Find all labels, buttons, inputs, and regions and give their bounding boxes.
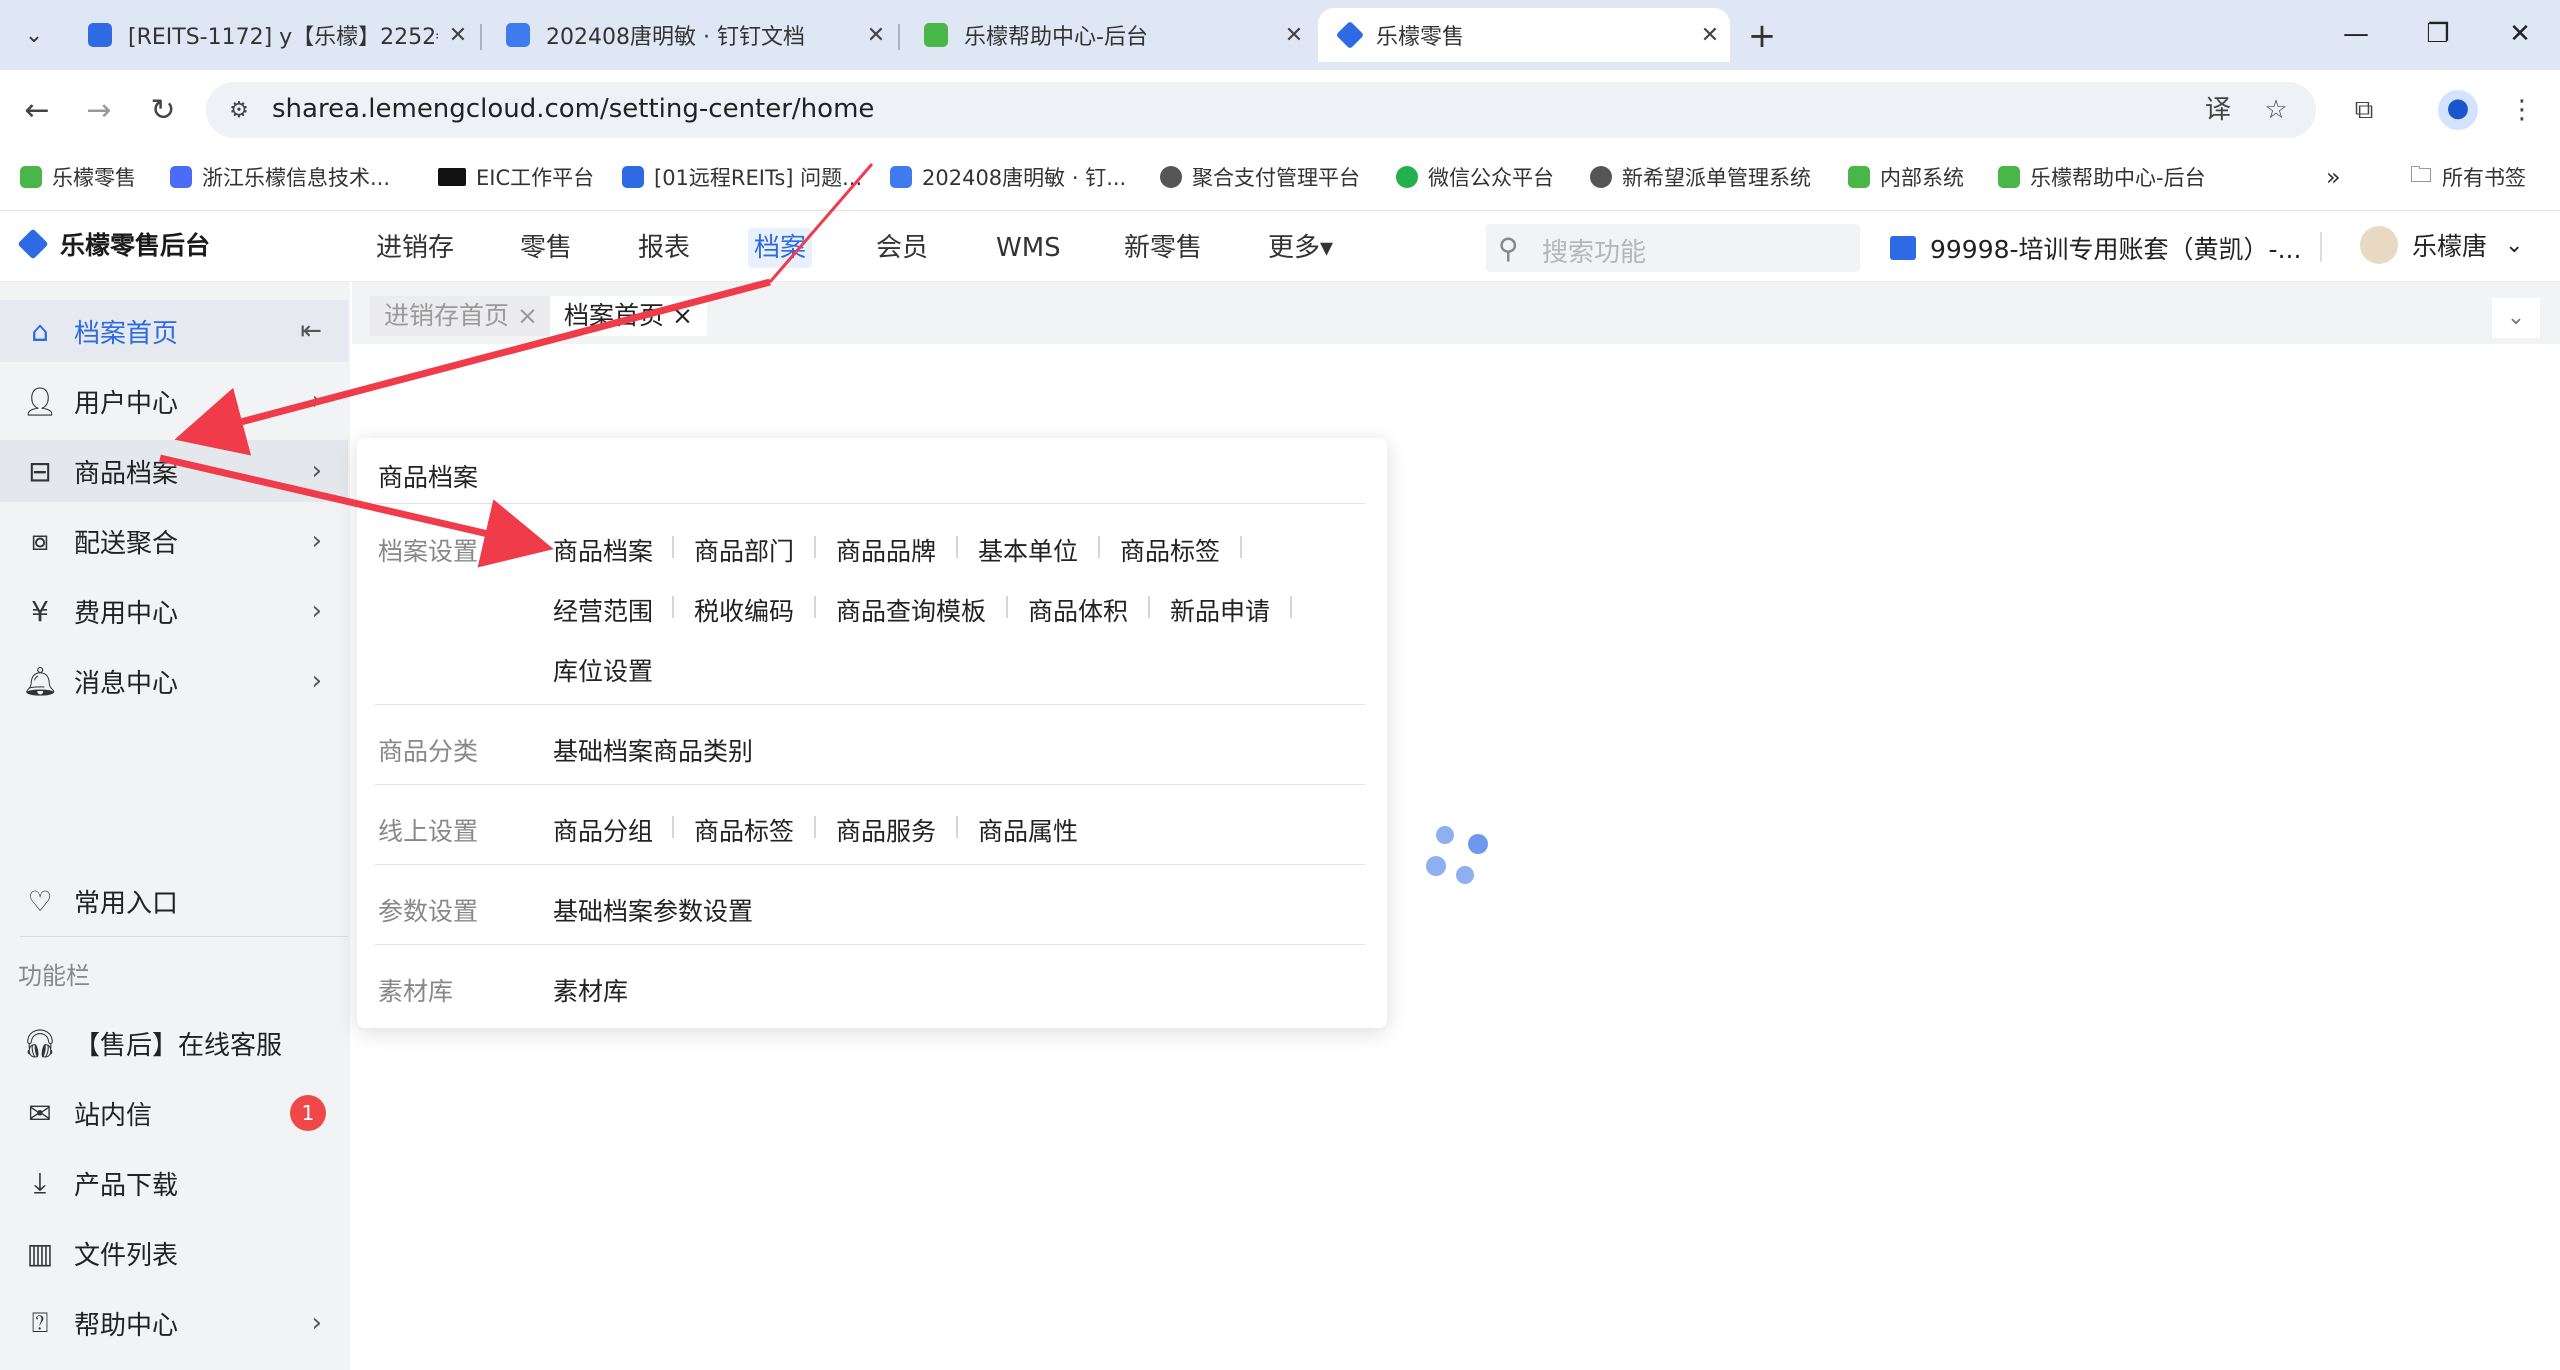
annotation-arrows: [159, 163, 874, 568]
annotation-arrow-line: [768, 163, 874, 283]
annotation-arrow-to-sidebar: [174, 278, 771, 456]
annotation-arrow-to-menu: [159, 454, 554, 568]
